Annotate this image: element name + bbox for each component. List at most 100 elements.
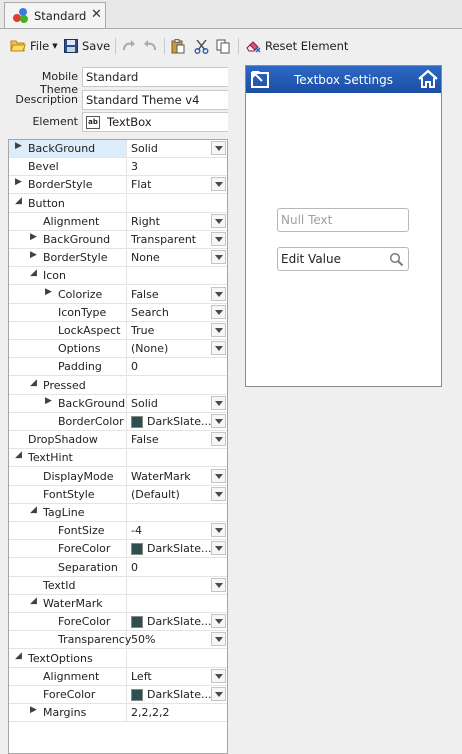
property-value[interactable]: (Default) <box>131 488 180 501</box>
property-name-cell[interactable]: ▶ BackGround <box>9 231 127 248</box>
property-row[interactable]: Options (None) <box>9 340 227 358</box>
property-row[interactable]: ▶ BackGround Transparent <box>9 231 227 249</box>
collapse-arrow-icon[interactable]: ◢ <box>15 196 22 206</box>
property-value[interactable]: 50% <box>131 633 155 646</box>
null-text-input[interactable]: Null Text <box>277 208 409 232</box>
description-field[interactable]: Standard Theme v4 <box>82 90 228 110</box>
property-value[interactable]: WaterMark <box>131 470 191 483</box>
property-name-cell[interactable]: ◢ TagLine <box>9 504 127 521</box>
property-name-cell[interactable]: DropShadow <box>9 431 127 448</box>
collapse-arrow-icon[interactable]: ◢ <box>30 596 37 606</box>
dropdown-arrow-icon[interactable] <box>211 414 226 428</box>
dropdown-arrow-icon[interactable] <box>211 432 226 446</box>
search-icon[interactable] <box>389 252 404 267</box>
property-name-cell[interactable]: ◢ WaterMark <box>9 595 127 612</box>
property-row[interactable]: BorderColor DarkSlate... <box>9 413 227 431</box>
property-row[interactable]: ForeColor DarkSlate... <box>9 540 227 558</box>
property-row[interactable]: ◢ TagLine <box>9 504 227 522</box>
property-name-cell[interactable]: ◢ Button <box>9 195 127 212</box>
property-row[interactable]: Transparency 50% <box>9 631 227 649</box>
edit-value-input[interactable]: Edit Value <box>277 247 409 271</box>
property-name-cell[interactable]: ▶ Colorize <box>9 286 127 303</box>
paste-button[interactable] <box>171 37 185 55</box>
dropdown-arrow-icon[interactable] <box>211 341 226 355</box>
dropdown-arrow-icon[interactable] <box>211 287 226 301</box>
property-row[interactable]: ForeColor DarkSlate... <box>9 686 227 704</box>
cut-button[interactable] <box>194 37 209 55</box>
property-value[interactable]: DarkSlate... <box>147 542 211 555</box>
copy-button[interactable] <box>216 37 230 55</box>
property-row[interactable]: ◢ TextOptions <box>9 650 227 668</box>
dropdown-arrow-icon[interactable] <box>211 232 226 246</box>
property-row[interactable]: FontSize -4 <box>9 522 227 540</box>
expand-arrow-icon[interactable]: ▶ <box>30 232 37 242</box>
property-value[interactable]: False <box>131 288 159 301</box>
property-row[interactable]: ◢ WaterMark <box>9 595 227 613</box>
expand-arrow-icon[interactable]: ▶ <box>30 705 37 715</box>
property-value[interactable]: 0 <box>131 360 138 373</box>
dropdown-arrow-icon[interactable] <box>211 214 226 228</box>
property-row[interactable]: ▶ Colorize False <box>9 286 227 304</box>
dropdown-arrow-icon[interactable] <box>211 177 226 191</box>
property-value[interactable]: Left <box>131 670 152 683</box>
reset-element-button[interactable]: Reset Element <box>245 37 348 55</box>
tab-standard[interactable]: Standard ✕ <box>4 2 106 28</box>
file-menu-button[interactable]: File ▼ <box>10 37 58 55</box>
collapse-arrow-icon[interactable]: ◢ <box>15 450 22 460</box>
property-value[interactable]: DarkSlate... <box>147 688 211 701</box>
property-row[interactable]: ▶ BackGround Solid <box>9 140 227 158</box>
property-value[interactable]: 3 <box>131 160 138 173</box>
property-value[interactable]: Solid <box>131 142 158 155</box>
dropdown-arrow-icon[interactable] <box>211 141 226 155</box>
property-value[interactable]: 2,2,2,2 <box>131 706 169 719</box>
home-icon[interactable] <box>418 69 438 92</box>
collapse-arrow-icon[interactable]: ◢ <box>15 651 22 661</box>
mobile-theme-field[interactable]: Standard <box>82 67 228 87</box>
undo-button[interactable] <box>142 37 158 55</box>
property-name-cell[interactable]: ▶ Margins <box>9 704 127 721</box>
property-name-cell[interactable]: BorderColor <box>9 413 127 430</box>
property-row[interactable]: Separation 0 <box>9 559 227 577</box>
property-name-cell[interactable]: ForeColor <box>9 686 127 703</box>
property-row[interactable]: DropShadow False <box>9 431 227 449</box>
element-field[interactable]: ab TextBox <box>82 112 228 132</box>
property-value[interactable]: None <box>131 251 160 264</box>
dropdown-arrow-icon[interactable] <box>211 487 226 501</box>
property-row[interactable]: Bevel 3 <box>9 158 227 176</box>
property-name-cell[interactable]: ◢ TextHint <box>9 449 127 466</box>
dropdown-arrow-icon[interactable] <box>211 669 226 683</box>
property-value[interactable]: -4 <box>131 524 142 537</box>
expand-arrow-icon[interactable]: ▶ <box>45 396 52 406</box>
dropdown-arrow-icon[interactable] <box>211 396 226 410</box>
dropdown-arrow-icon[interactable] <box>211 323 226 337</box>
property-grid[interactable]: ▶ BackGround Solid Bevel 3 ▶ BorderStyle Flat ◢ B… <box>8 139 228 754</box>
property-name-cell[interactable]: ▶ BorderStyle <box>9 249 127 266</box>
dropdown-arrow-icon[interactable] <box>211 469 226 483</box>
property-name-cell[interactable]: Bevel <box>9 158 127 175</box>
property-name-cell[interactable]: ForeColor <box>9 540 127 557</box>
property-name-cell[interactable]: ◢ Pressed <box>9 377 127 394</box>
property-name-cell[interactable]: DisplayMode <box>9 468 127 485</box>
dropdown-arrow-icon[interactable] <box>211 305 226 319</box>
property-name-cell[interactable]: Separation <box>9 559 127 576</box>
property-name-cell[interactable]: Transparency <box>9 631 131 648</box>
expand-arrow-icon[interactable]: ▶ <box>15 141 22 151</box>
property-name-cell[interactable]: ▶ BorderStyle <box>9 176 127 193</box>
dropdown-arrow-icon[interactable] <box>211 687 226 701</box>
property-value[interactable]: 0 <box>131 561 138 574</box>
close-icon[interactable]: ✕ <box>91 7 102 22</box>
collapse-arrow-icon[interactable]: ◢ <box>30 378 37 388</box>
property-row[interactable]: ▶ BorderStyle None <box>9 249 227 267</box>
property-name-cell[interactable]: Alignment <box>9 213 127 230</box>
dropdown-arrow-icon[interactable] <box>211 578 226 592</box>
property-name-cell[interactable]: Options <box>9 340 127 357</box>
property-value[interactable]: Search <box>131 306 169 319</box>
property-name-cell[interactable]: ForeColor <box>9 613 127 630</box>
dropdown-arrow-icon[interactable] <box>211 632 226 646</box>
property-value[interactable]: DarkSlate... <box>147 415 211 428</box>
property-row[interactable]: Alignment Right <box>9 213 227 231</box>
property-value[interactable]: (None) <box>131 342 168 355</box>
property-row[interactable]: ◢ Pressed <box>9 377 227 395</box>
dropdown-arrow-icon[interactable] <box>211 614 226 628</box>
property-name-cell[interactable]: FontSize <box>9 522 127 539</box>
